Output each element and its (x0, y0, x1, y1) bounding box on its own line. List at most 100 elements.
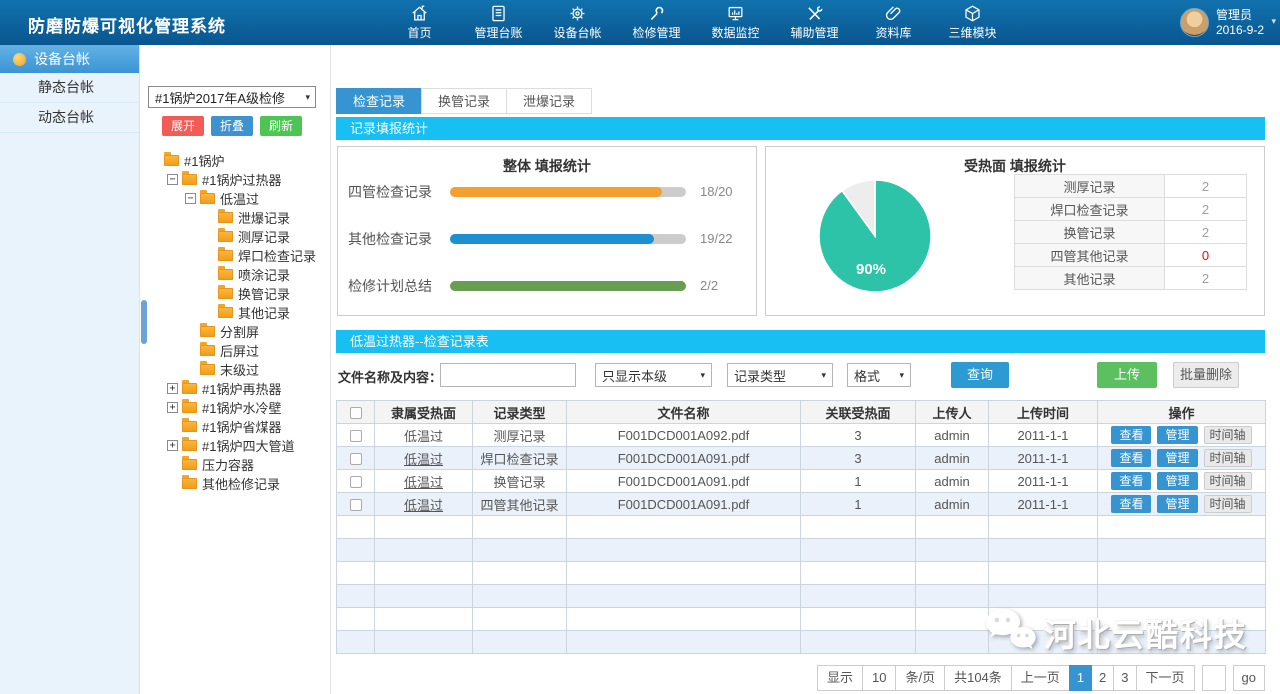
timeline-button[interactable]: 时间轴 (1204, 449, 1252, 467)
collapse-icon[interactable]: − (185, 193, 196, 204)
format-select[interactable]: 格式▾ (847, 363, 911, 387)
checkbox-cell (337, 470, 375, 493)
tree-node[interactable]: 其他记录 (141, 303, 331, 322)
filter-row: 文件名称及内容： 只显示本级▾ 记录类型▾ 格式▾ 查询 上传 批量删除 (336, 362, 1265, 389)
row-checkbox[interactable] (350, 476, 362, 488)
timeline-button[interactable]: 时间轴 (1204, 495, 1252, 513)
expand-icon[interactable]: + (167, 383, 178, 394)
page-number-3[interactable]: 3 (1113, 665, 1136, 691)
view-button[interactable]: 查看 (1111, 495, 1151, 513)
file-filter-input[interactable] (440, 363, 576, 387)
surface-link[interactable]: 低温过 (404, 475, 443, 490)
page-goto-input[interactable] (1202, 665, 1226, 691)
user-avatar[interactable] (1180, 8, 1209, 37)
tree-node[interactable]: 焊口检查记录 (141, 246, 331, 265)
empty-cell (337, 562, 375, 585)
tree-node[interactable]: 换管记录 (141, 284, 331, 303)
sidebar-item-1[interactable]: 静态台帐 (0, 73, 139, 103)
tree-node[interactable]: #1锅炉 (141, 151, 331, 170)
expand-icon[interactable]: + (167, 440, 178, 451)
record-type-select[interactable]: 记录类型▾ (727, 363, 833, 387)
tree-node[interactable]: +#1锅炉四大管道 (141, 436, 331, 455)
sidebar-item-2[interactable]: 动态台帐 (0, 103, 139, 133)
page-number-2[interactable]: 2 (1091, 665, 1114, 691)
tree-node[interactable]: 喷涂记录 (141, 265, 331, 284)
empty-cell (989, 631, 1098, 654)
tree-node[interactable]: −低温过 (141, 189, 331, 208)
tree-button-2[interactable]: 刷新 (260, 116, 302, 136)
sidebar-item-0[interactable]: 设备台帐 (0, 45, 139, 73)
timeline-button[interactable]: 时间轴 (1204, 472, 1252, 490)
nav-item-tools[interactable]: 辅助管理 (775, 0, 854, 45)
upload-time-cell: 2011-1-1 (989, 424, 1098, 447)
tree-node[interactable]: +#1锅炉再热器 (141, 379, 331, 398)
scope-select[interactable]: 只显示本级▾ (595, 363, 712, 387)
view-button[interactable]: 查看 (1111, 472, 1151, 490)
tree-node[interactable]: 末级过 (141, 360, 331, 379)
empty-cell (989, 562, 1098, 585)
nav-item-ledger[interactable]: 管理台账 (459, 0, 538, 45)
next-page-button[interactable]: 下一页 (1136, 665, 1195, 691)
tree-node[interactable]: 其他检修记录 (141, 474, 331, 493)
overhaul-selector[interactable]: #1锅炉2017年A级检修 ▾ (148, 86, 316, 108)
manage-button[interactable]: 管理 (1157, 472, 1197, 490)
view-button[interactable]: 查看 (1111, 426, 1151, 444)
surface-stat-row: 其他记录2 (1015, 267, 1247, 290)
batch-delete-button[interactable]: 批量删除 (1173, 362, 1239, 388)
row-checkbox[interactable] (350, 453, 362, 465)
nav-item-label: 检修管理 (632, 24, 680, 41)
expand-icon[interactable]: + (167, 402, 178, 413)
page-number-1[interactable]: 1 (1069, 665, 1092, 691)
record-table-header: 低温过热器--检查记录表 (336, 330, 1265, 353)
stats-section-header: 记录填报统计 (336, 117, 1265, 140)
tab-1[interactable]: 换管记录 (421, 88, 507, 114)
nav-item-home[interactable]: 首页 (380, 0, 459, 45)
nav-item-gear[interactable]: 设备台帐 (538, 0, 617, 45)
empty-cell (567, 608, 801, 631)
nav-item-paperclip[interactable]: 资料库 (854, 0, 933, 45)
surface-stat-row: 四管其他记录0 (1015, 244, 1247, 267)
stat-bar-track (450, 281, 686, 291)
tree-node[interactable]: 测厚记录 (141, 227, 331, 246)
row-checkbox[interactable] (350, 499, 362, 511)
manage-button[interactable]: 管理 (1157, 426, 1197, 444)
tree-node[interactable]: #1锅炉省煤器 (141, 417, 331, 436)
empty-cell (375, 608, 473, 631)
search-button[interactable]: 查询 (951, 362, 1009, 388)
surface-link[interactable]: 低温过 (404, 429, 443, 444)
tab-2[interactable]: 泄爆记录 (506, 88, 592, 114)
row-checkbox[interactable] (350, 430, 362, 442)
folder-icon (218, 307, 233, 318)
tree-node[interactable]: 压力容器 (141, 455, 331, 474)
tree-button-0[interactable]: 展开 (162, 116, 204, 136)
manage-button[interactable]: 管理 (1157, 449, 1197, 467)
tab-0[interactable]: 检查记录 (336, 88, 422, 114)
tree-node[interactable]: 泄爆记录 (141, 208, 331, 227)
tree-button-1[interactable]: 折叠 (211, 116, 253, 136)
surface-stat-value: 2 (1165, 267, 1247, 290)
tree-node[interactable]: +#1锅炉水冷壁 (141, 398, 331, 417)
user-box[interactable]: 管理员 2016-9-2 (1180, 0, 1264, 45)
collapse-icon[interactable]: − (167, 174, 178, 185)
nav-item-wrench[interactable]: 检修管理 (617, 0, 696, 45)
chevron-down-icon[interactable]: ▾ (1271, 16, 1276, 27)
timeline-button[interactable]: 时间轴 (1204, 426, 1252, 444)
surface-link[interactable]: 低温过 (404, 498, 443, 513)
stat-bar-fill (450, 234, 654, 244)
tree-node[interactable]: 后屏过 (141, 341, 331, 360)
page-go-button[interactable]: go (1233, 665, 1265, 691)
tree-node[interactable]: −#1锅炉过热器 (141, 170, 331, 189)
ledger-icon (489, 4, 508, 23)
nav-item-monitor[interactable]: 数据监控 (696, 0, 775, 45)
surface-stat-row: 焊口检查记录2 (1015, 198, 1247, 221)
select-all-checkbox[interactable] (350, 407, 362, 419)
tree-node[interactable]: 分割屏 (141, 322, 331, 341)
manage-button[interactable]: 管理 (1157, 495, 1197, 513)
surface-link[interactable]: 低温过 (404, 452, 443, 467)
pager-info[interactable]: 10 (862, 665, 896, 691)
upload-button[interactable]: 上传 (1097, 362, 1157, 388)
view-button[interactable]: 查看 (1111, 449, 1151, 467)
nav-item-cube[interactable]: 三维模块 (933, 0, 1012, 45)
empty-cell (337, 516, 375, 539)
prev-page-button[interactable]: 上一页 (1011, 665, 1070, 691)
